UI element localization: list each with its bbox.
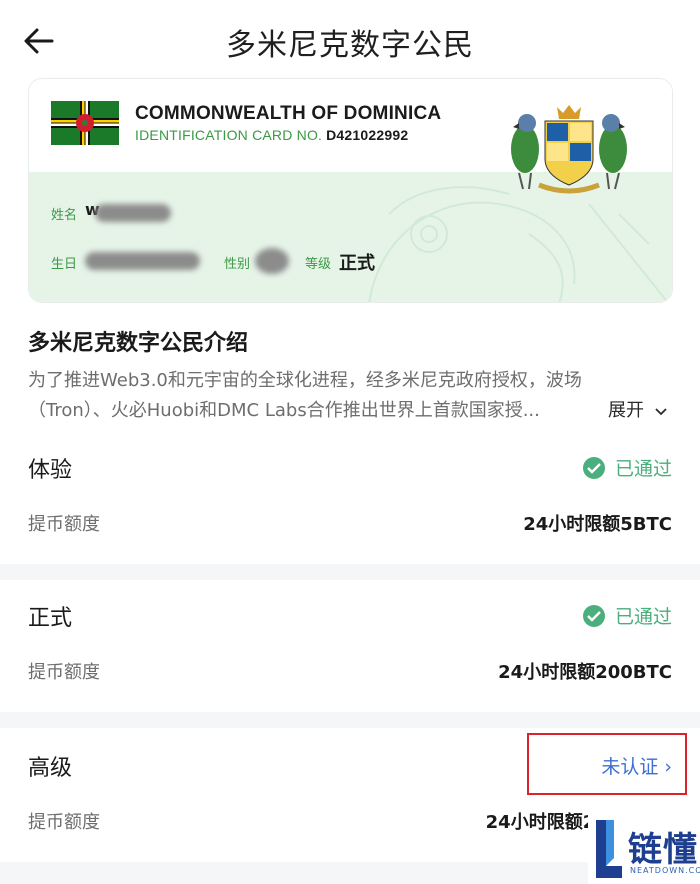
gender-label: 性别 <box>224 257 251 272</box>
level-card-formal: 正式 已通过 提币额度 24小时限额200BTC <box>0 580 700 712</box>
birth-label: 生日 <box>51 257 78 272</box>
birth-redacted <box>85 252 200 270</box>
check-circle-icon <box>582 456 605 479</box>
level-label: 等级 <box>305 257 332 272</box>
logo-mark-icon <box>596 820 622 878</box>
check-circle-icon <box>582 604 605 627</box>
id-number: D421022992 <box>326 127 409 143</box>
section-divider <box>0 564 700 580</box>
withdraw-limit-label: 提币额度 <box>28 662 100 683</box>
id-number-line: IDENTIFICATION CARD NO. D421022992 <box>135 127 408 143</box>
section-divider <box>0 712 700 728</box>
app-header: 多米尼克数字公民 <box>0 0 700 80</box>
highlight-box <box>527 733 687 795</box>
withdraw-limit-value: 24小时限额200BTC <box>498 662 672 683</box>
level-name: 高级 <box>28 756 73 781</box>
expand-label: 展开 <box>608 400 644 421</box>
coat-of-arms-icon <box>511 105 627 194</box>
status-text: 已通过 <box>614 458 672 480</box>
logo-text: 链懂 <box>628 830 698 870</box>
id-label: IDENTIFICATION CARD NO. <box>135 127 323 143</box>
country-name: COMMONWEALTH OF DOMINICA <box>135 103 442 124</box>
page-title: 多米尼克数字公民 <box>226 28 474 63</box>
chevron-down-icon <box>655 408 667 416</box>
level-card-trial: 体验 已通过 提币额度 24小时限额5BTC <box>0 436 700 564</box>
intro-title: 多米尼克数字公民介绍 <box>28 331 249 356</box>
id-card: COMMONWEALTH OF DOMINICA IDENTIFICATION … <box>28 78 673 303</box>
level-value: 正式 <box>339 253 375 274</box>
name-label: 姓名 <box>51 208 78 223</box>
withdraw-limit-value: 24小时限额5BTC <box>523 514 672 535</box>
status-badge: 已通过 <box>582 454 672 481</box>
site-logo: 链懂 NEATDOWN.COM <box>588 812 700 884</box>
withdraw-limit-label: 提币额度 <box>28 514 100 535</box>
level-name: 正式 <box>28 606 73 631</box>
intro-line-1: 为了推进Web3.0和元宇宙的全球化进程，经多米尼克政府授权，波场 <box>28 370 582 391</box>
gender-redacted <box>255 248 289 274</box>
dominica-flag-icon <box>51 101 119 145</box>
logo-subtext: NEATDOWN.COM <box>630 866 700 875</box>
status-text: 已通过 <box>614 606 672 628</box>
intro-line-2: （Tron）、火必Huobi和DMC Labs合作推出世界上首款国家授... <box>28 400 540 421</box>
level-name: 体验 <box>28 458 73 483</box>
expand-button[interactable]: 展开 <box>608 396 668 426</box>
name-redacted <box>95 204 171 222</box>
status-badge: 已通过 <box>582 602 672 629</box>
withdraw-limit-label: 提币额度 <box>28 812 100 833</box>
